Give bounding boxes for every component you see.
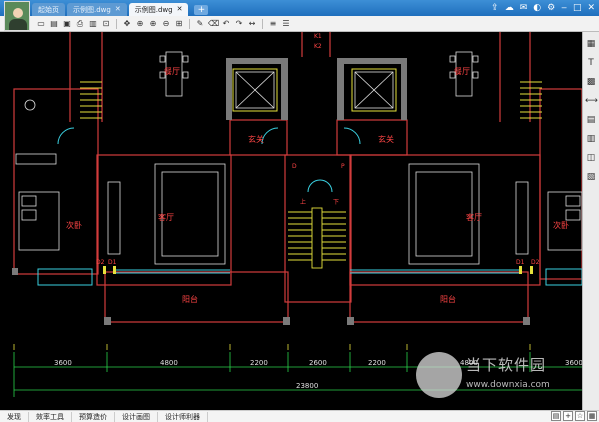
walls (13, 32, 582, 323)
toolbar: ▭ ▤ ▣ ⎙ ▥ ⊡ ✥ ⊕ ⊕ ⊖ ⊞ ✎ ⌫ ↶ ↷ ↔ ≡ ☰ (0, 16, 599, 32)
properties-icon[interactable]: ▤ (585, 114, 597, 126)
stairs (80, 81, 542, 269)
furniture (15, 51, 582, 265)
stack-icon[interactable]: ☰ (281, 19, 291, 29)
model-icon[interactable]: ▤ (551, 411, 561, 421)
close-icon[interactable]: ✕ (177, 6, 183, 13)
layout-icon[interactable]: ▦ (587, 411, 597, 421)
status-design-drawing[interactable]: 设计画图 (115, 411, 158, 422)
tab-drawing-1[interactable]: 示例图.dwg ✕ (67, 3, 127, 16)
tab-label: 示例图.dwg (134, 5, 173, 14)
avatar[interactable] (4, 1, 30, 31)
new-tab-button[interactable]: + (194, 5, 209, 15)
label-k2: K2 (314, 43, 322, 50)
label-d: D (292, 163, 297, 170)
pdf-icon[interactable]: ▥ (88, 19, 98, 29)
zoom-out-icon[interactable]: ⊖ (161, 19, 171, 29)
close-icon[interactable]: ✕ (115, 6, 121, 13)
room-foyer-left: 玄关 (248, 134, 264, 144)
right-toolbar: ▦ T ▩ ⟷ ▤ ▥ ◫ ▧ (582, 32, 599, 410)
room-bedroom-right: 次卧 (553, 220, 569, 230)
maximize-icon[interactable]: □ (573, 2, 582, 14)
folder-icon[interactable]: ▤ (49, 19, 59, 29)
skin-icon[interactable]: ◐ (533, 2, 541, 14)
windows (37, 127, 582, 286)
pen-icon[interactable]: ✎ (195, 19, 205, 29)
label-d1-right: D1 (516, 259, 525, 266)
zoom-window-icon[interactable]: ⊕ (135, 19, 145, 29)
label-p: P (341, 163, 345, 170)
watermark-text: 当下软件园 (466, 356, 547, 374)
redo-icon[interactable]: ↷ (234, 19, 244, 29)
lock-icon[interactable]: ⊡ (101, 19, 111, 29)
dim-1: 3600 (54, 359, 72, 367)
status-budget[interactable]: 预算造价 (72, 411, 115, 422)
watermark-url: www.downxia.com (466, 380, 550, 390)
dim-3: 2200 (250, 359, 268, 367)
room-dining-left: 餐厅 (164, 67, 180, 76)
dim-5: 2200 (368, 359, 386, 367)
status-icons: ▤ + ☆ ▦ (551, 411, 597, 421)
watermark: 当下软件园 www.downxia.com (416, 352, 584, 402)
pan-icon[interactable]: ✥ (122, 19, 132, 29)
watermark-logo-icon (416, 352, 462, 398)
label-k1: K1 (314, 33, 322, 40)
cloud-icon[interactable]: ☁ (505, 2, 514, 14)
layers-icon[interactable]: ▦ (585, 38, 597, 50)
dim-2: 4800 (160, 359, 178, 367)
close-window-icon[interactable]: ✕ (587, 2, 595, 14)
label-d2-left: D2 (96, 259, 105, 266)
title-bar: 起始页 示例图.dwg ✕ 示例图.dwg ✕ + ⇪ ☁ ✉ ◐ ⚙ ‒ □ ✕ (0, 0, 599, 19)
block-icon[interactable]: ◫ (585, 152, 597, 164)
fit-icon[interactable]: ⊞ (174, 19, 184, 29)
zoom-in-icon[interactable]: ⊕ (148, 19, 158, 29)
room-foyer-right: 玄关 (378, 134, 394, 144)
room-balcony-right: 阳台 (440, 294, 456, 304)
eraser-icon[interactable]: ⌫ (208, 19, 219, 29)
dim-4: 2600 (309, 359, 327, 367)
tab-start[interactable]: 起始页 (32, 3, 65, 16)
grid-icon[interactable]: ▩ (585, 76, 597, 88)
status-discover[interactable]: 发现 (0, 411, 29, 422)
window-controls: ⇪ ☁ ✉ ◐ ⚙ ‒ □ ✕ (491, 2, 595, 14)
image-icon[interactable]: ▧ (585, 171, 597, 183)
undo-icon[interactable]: ↶ (221, 19, 231, 29)
tab-label: 示例图.dwg (73, 5, 111, 14)
label-d2-right: D2 (531, 259, 540, 266)
measure-icon[interactable]: ↔ (247, 19, 257, 29)
room-living-right: 客厅 (466, 212, 482, 222)
print-icon[interactable]: ⎙ (75, 19, 85, 29)
room-bedroom-left: 次卧 (66, 220, 82, 230)
label-d1-left: D1 (108, 259, 117, 266)
text-icon[interactable]: T (585, 57, 597, 69)
layer-icon[interactable]: ≡ (268, 19, 278, 29)
status-bar: 发现 效率工具 预算造价 设计画图 设计师利器 ▤ + ☆ ▦ (0, 410, 599, 422)
status-efficiency-tools[interactable]: 效率工具 (29, 411, 72, 422)
share-icon[interactable]: ⇪ (491, 2, 499, 14)
open-icon[interactable]: ▭ (36, 19, 46, 29)
dimension-icon[interactable]: ⟷ (585, 95, 598, 107)
tab-label: 起始页 (38, 5, 59, 14)
add-icon[interactable]: + (563, 411, 573, 421)
room-living-left: 客厅 (158, 212, 174, 222)
save-icon[interactable]: ▣ (62, 19, 72, 29)
elevators (235, 71, 394, 109)
compare-icon[interactable]: ▥ (585, 133, 597, 145)
minimize-icon[interactable]: ‒ (561, 2, 567, 14)
tab-drawing-2[interactable]: 示例图.dwg ✕ (128, 3, 189, 16)
settings-icon[interactable]: ⚙ (547, 2, 555, 14)
label-down: 下 (333, 199, 339, 206)
room-balcony-left: 阳台 (182, 294, 198, 304)
status-designer-tools[interactable]: 设计师利器 (158, 411, 208, 422)
star-icon[interactable]: ☆ (575, 411, 585, 421)
dim-total: 23800 (296, 382, 318, 390)
message-icon[interactable]: ✉ (520, 2, 528, 14)
room-dining-right: 餐厅 (454, 67, 470, 76)
label-up: 上 (300, 198, 306, 206)
